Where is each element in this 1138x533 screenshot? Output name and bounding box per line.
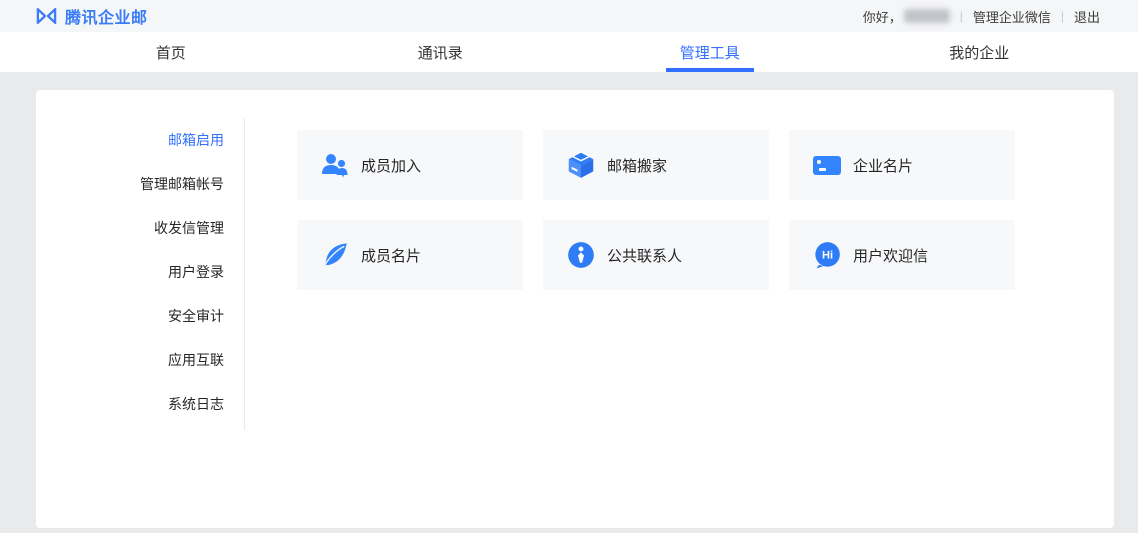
- tab-my-company[interactable]: 我的企业: [845, 32, 1115, 72]
- business-card-icon: [812, 150, 842, 180]
- card-label: 成员加入: [361, 155, 421, 176]
- admin-tools-panel: 邮箱启用 管理邮箱帐号 收发信管理 用户登录 安全审计 应用互联 系统日志: [36, 90, 1114, 528]
- topbar-separator: |: [1061, 9, 1064, 23]
- logout-link[interactable]: 退出: [1074, 7, 1100, 26]
- greeting-prefix: 你好，: [863, 7, 902, 26]
- sidebar-item-user-login[interactable]: 用户登录: [36, 250, 244, 294]
- card-label: 公共联系人: [607, 245, 682, 266]
- card-label: 邮箱搬家: [607, 155, 667, 176]
- card-label: 成员名片: [361, 245, 421, 266]
- topbar-separator: |: [960, 9, 963, 23]
- card-mailbox-move[interactable]: 邮箱搬家: [543, 130, 769, 200]
- manage-wecom-link[interactable]: 管理企业微信: [973, 7, 1051, 26]
- svg-text:Hi: Hi: [822, 250, 833, 262]
- sidebar-item-mailbox-enable[interactable]: 邮箱启用: [36, 118, 244, 162]
- exmail-logo-icon: [35, 6, 58, 26]
- card-label: 用户欢迎信: [853, 245, 928, 266]
- card-member-card[interactable]: 成员名片: [297, 220, 523, 290]
- content-area: 邮箱启用 管理邮箱帐号 收发信管理 用户登录 安全审计 应用互联 系统日志: [0, 72, 1138, 533]
- box-icon: [566, 150, 596, 180]
- sidebar-item-manage-accounts[interactable]: 管理邮箱帐号: [36, 162, 244, 206]
- greeting: 你好，: [863, 7, 950, 26]
- main-nav: 首页 通讯录 管理工具 我的企业: [0, 32, 1138, 72]
- card-member-join[interactable]: 成员加入: [297, 130, 523, 200]
- sidebar-item-system-log[interactable]: 系统日志: [36, 382, 244, 426]
- sidebar-item-send-receive[interactable]: 收发信管理: [36, 206, 244, 250]
- tab-contacts[interactable]: 通讯录: [306, 32, 576, 72]
- tab-home[interactable]: 首页: [36, 32, 306, 72]
- exmail-logo[interactable]: 腾讯企业邮: [35, 4, 148, 28]
- tool-cards: 成员加入 邮箱搬家 企业名片: [297, 130, 1015, 290]
- logo-text: 腾讯企业邮: [65, 4, 148, 28]
- user-name-redacted: [904, 9, 950, 23]
- topbar-right: 你好， | 管理企业微信 | 退出: [863, 7, 1100, 26]
- tab-admin-tools[interactable]: 管理工具: [575, 32, 845, 72]
- sidebar-item-security-audit[interactable]: 安全审计: [36, 294, 244, 338]
- topbar: 腾讯企业邮 你好， | 管理企业微信 | 退出: [0, 0, 1138, 32]
- card-label: 企业名片: [853, 155, 913, 176]
- card-public-contacts[interactable]: 公共联系人: [543, 220, 769, 290]
- sidebar-item-app-interconnect[interactable]: 应用互联: [36, 338, 244, 382]
- contact-tie-icon: [566, 240, 596, 270]
- tools-sidebar: 邮箱启用 管理邮箱帐号 收发信管理 用户登录 安全审计 应用互联 系统日志: [36, 118, 245, 430]
- feather-icon: [320, 240, 350, 270]
- hi-bubble-icon: Hi: [812, 240, 842, 270]
- users-icon: [320, 150, 350, 180]
- card-company-card[interactable]: 企业名片: [789, 130, 1015, 200]
- card-welcome-letter[interactable]: Hi 用户欢迎信: [789, 220, 1015, 290]
